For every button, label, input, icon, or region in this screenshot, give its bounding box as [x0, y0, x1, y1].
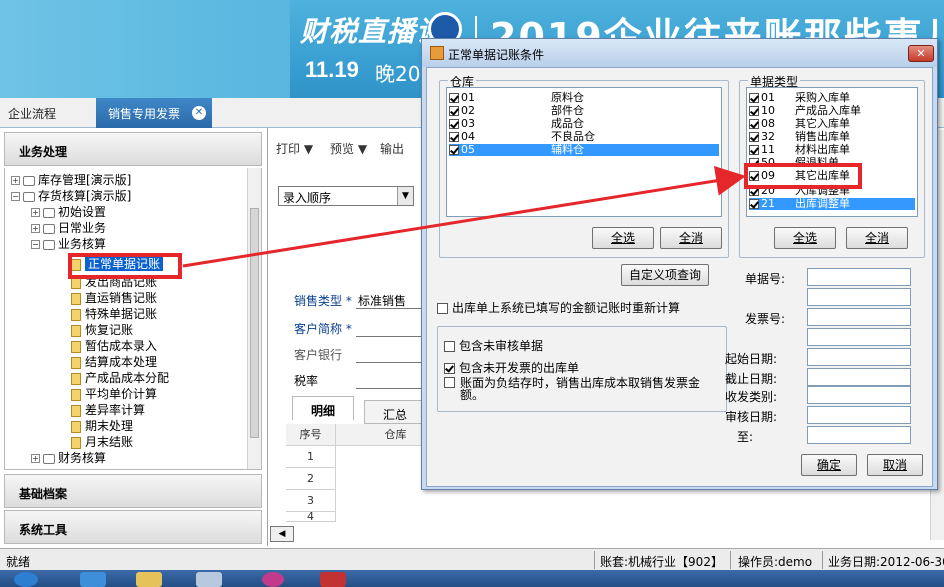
annotation-arrow [182, 165, 746, 268]
start-button-icon[interactable] [14, 572, 38, 587]
os-taskbar [0, 570, 944, 587]
status-separator [594, 551, 595, 569]
folder-icon[interactable] [136, 572, 162, 587]
annotation-arrows [182, 165, 746, 268]
status-operator: 操作员:demo [738, 555, 813, 569]
status-ready: 就绪 [6, 555, 31, 569]
status-separator [730, 551, 731, 569]
status-separator [822, 551, 823, 569]
status-business-date: 业务日期:2012-06-30 [828, 555, 944, 569]
erp-app-icon[interactable] [320, 572, 346, 587]
media-icon[interactable] [262, 572, 284, 587]
status-bar: 就绪 账套:机械行业【902】 操作员:demo 业务日期:2012-06-30 [0, 548, 944, 570]
status-account: 账套:机械行业【902】 [600, 555, 723, 569]
browser-icon[interactable] [80, 572, 106, 587]
app-icon[interactable] [196, 572, 222, 587]
